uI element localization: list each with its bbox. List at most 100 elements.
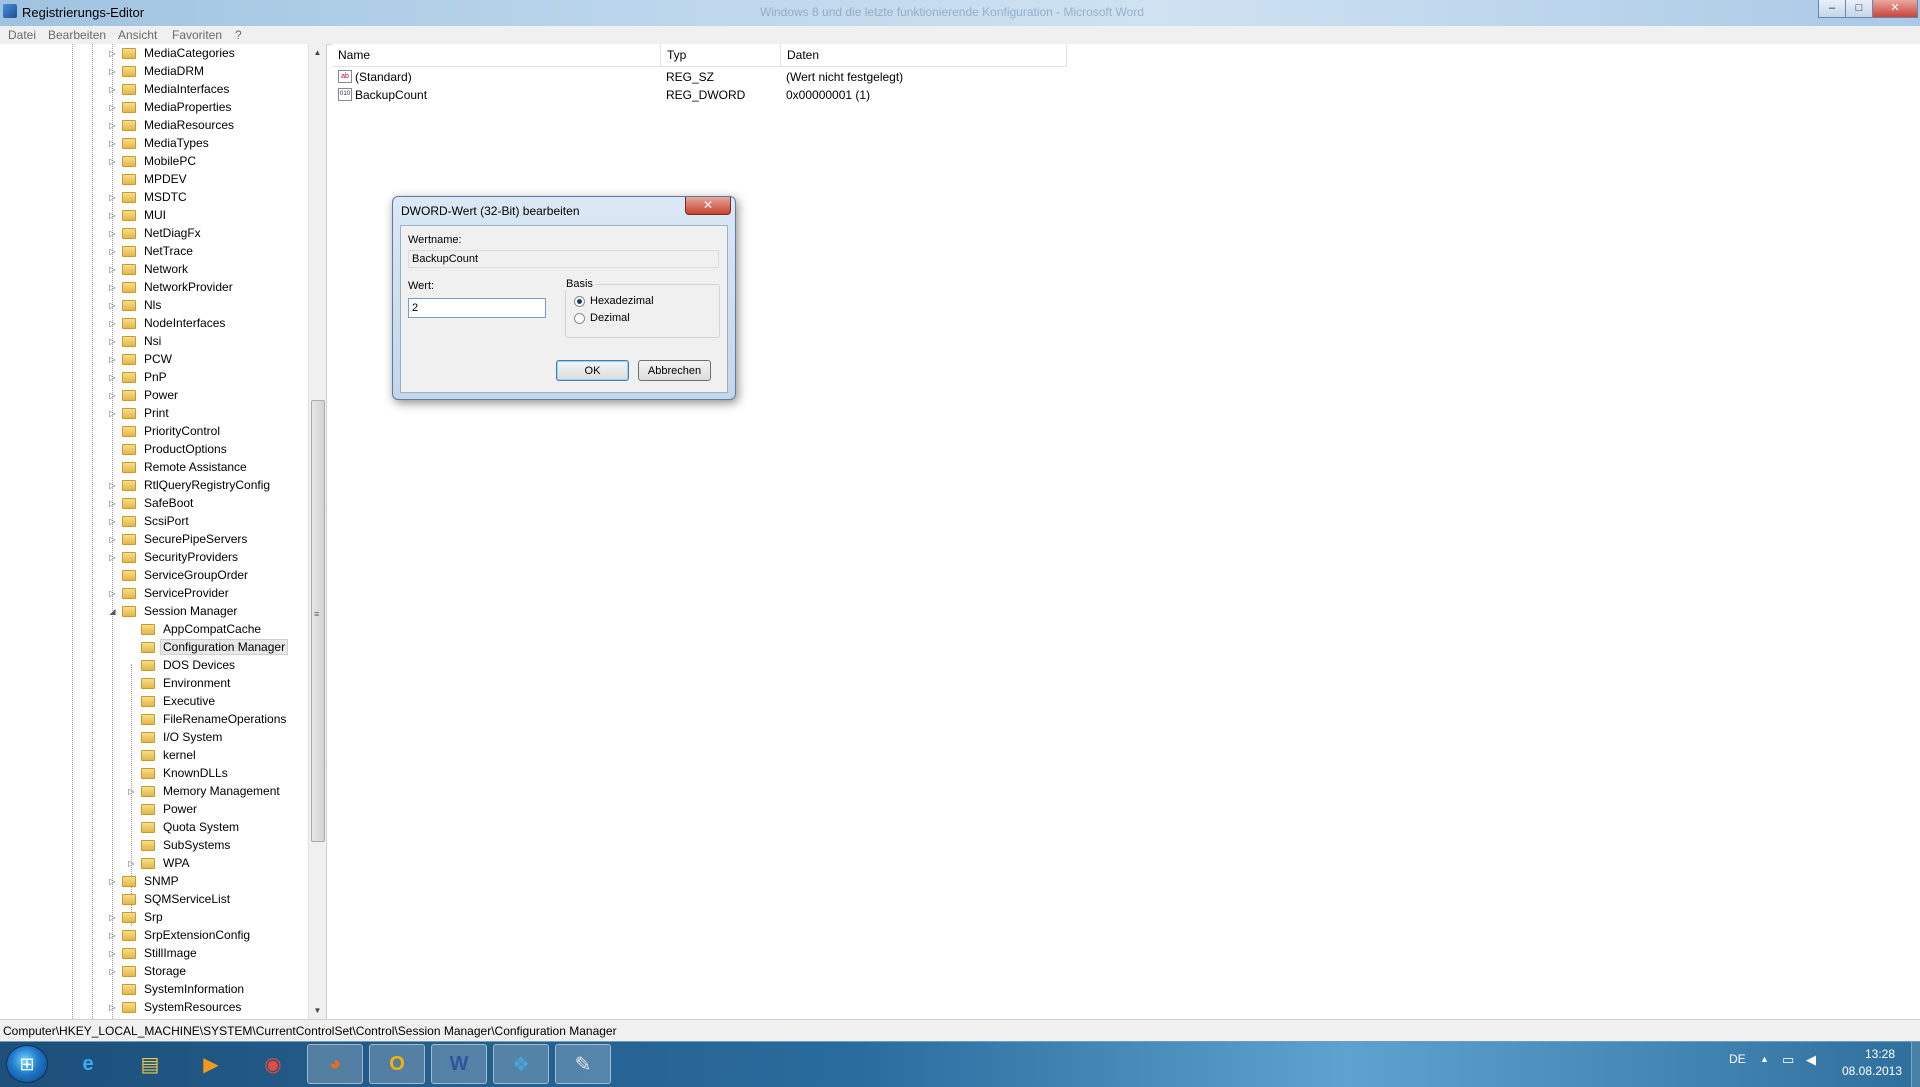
tree-expander-icon[interactable]: ▷ xyxy=(108,247,117,256)
tree-expander-icon[interactable]: ▷ xyxy=(108,409,117,418)
taskbar-file-explorer-icon[interactable]: ▤ xyxy=(122,1044,178,1084)
dialog-close-button[interactable]: ✕ xyxy=(685,197,731,215)
tree-expander-icon[interactable]: ▷ xyxy=(108,67,117,76)
tree-expander-icon[interactable]: ▷ xyxy=(108,193,117,202)
tree-item[interactable]: ▷ NetTrace xyxy=(108,242,196,260)
value-row[interactable]: ab (Standard) REG_SZ (Wert nicht festgel… xyxy=(332,68,1067,86)
minimize-button[interactable]: – xyxy=(1818,0,1846,18)
clock-date[interactable]: 08.08.2013 xyxy=(1837,1064,1907,1078)
tree-item[interactable]: Power xyxy=(127,800,200,818)
close-button[interactable]: ✕ xyxy=(1872,0,1918,18)
tree-scrollbar[interactable]: ▲ ≡ ▼ xyxy=(308,44,326,1019)
tree-item[interactable]: ▷ WPA xyxy=(127,854,192,872)
tree-expander-icon[interactable]: ▷ xyxy=(108,139,117,148)
tree-item[interactable]: ▷ PCW xyxy=(108,350,175,368)
tree-item[interactable]: ▷ NetDiagFx xyxy=(108,224,204,242)
tree-expander-icon[interactable]: ▷ xyxy=(108,931,117,940)
tree-item[interactable]: ▷ MediaCategories xyxy=(108,44,238,62)
tree-expander-icon[interactable]: ▷ xyxy=(108,355,117,364)
radio-decimal[interactable]: Dezimal xyxy=(574,312,630,324)
tree-expander-icon[interactable]: ▷ xyxy=(108,589,117,598)
tree-item[interactable]: ▷ ScsiPort xyxy=(108,512,192,530)
tree-item[interactable]: Executive xyxy=(127,692,218,710)
tree-expander-icon[interactable]: ▷ xyxy=(108,391,117,400)
tree-item[interactable]: ▷ SecurityProviders xyxy=(108,548,241,566)
tree-item[interactable]: kernel xyxy=(127,746,199,764)
tree-expander-icon[interactable]: ▷ xyxy=(108,1003,117,1012)
scroll-up-arrow-icon[interactable]: ▲ xyxy=(309,44,326,61)
show-hidden-icons-icon[interactable]: ▲ xyxy=(1760,1054,1769,1064)
taskbar-paint-icon[interactable]: ✎ xyxy=(555,1044,611,1084)
tree-expander-icon[interactable]: ▷ xyxy=(108,337,117,346)
tree-item[interactable]: PriorityControl xyxy=(108,422,223,440)
tree-item[interactable]: ▷ StillImage xyxy=(108,944,200,962)
tree-item[interactable]: ▷ NetworkProvider xyxy=(108,278,236,296)
tree-item[interactable]: AppCompatCache xyxy=(127,620,264,638)
taskbar-registry-editor-icon[interactable]: ❖ xyxy=(493,1044,549,1084)
taskbar-media-player-icon[interactable]: ▶ xyxy=(183,1044,239,1084)
tree-item[interactable]: ◢ Session Manager xyxy=(108,602,240,620)
column-header-data[interactable]: Daten xyxy=(781,44,1067,66)
tree-expander-icon[interactable]: ◢ xyxy=(108,607,117,616)
start-button[interactable]: ⊞ xyxy=(6,1045,48,1083)
menu-bearbeiten[interactable]: Bearbeiten xyxy=(48,28,106,42)
tree-expander-icon[interactable]: ▷ xyxy=(108,229,117,238)
scroll-thumb[interactable]: ≡ xyxy=(311,400,325,842)
taskbar-chrome-icon[interactable]: ◉ xyxy=(245,1044,301,1084)
tree-expander-icon[interactable]: ▷ xyxy=(108,535,117,544)
tree-expander-icon[interactable]: ▷ xyxy=(108,967,117,976)
tree-expander-icon[interactable]: ▷ xyxy=(127,787,136,796)
menu-datei[interactable]: Datei xyxy=(8,28,36,42)
value-row[interactable]: 010 BackupCount REG_DWORD 0x00000001 (1) xyxy=(332,86,1067,104)
column-header-type[interactable]: Typ xyxy=(661,44,781,66)
tree-item[interactable]: Environment xyxy=(127,674,233,692)
tree-item[interactable]: ▷ Memory Management xyxy=(127,782,283,800)
tree-expander-icon[interactable]: ▷ xyxy=(108,517,117,526)
tree-item[interactable]: ▷ SafeBoot xyxy=(108,494,196,512)
radio-unchecked-icon[interactable] xyxy=(574,312,585,324)
tree-item[interactable]: ▷ MSDTC xyxy=(108,188,190,206)
show-desktop-button[interactable] xyxy=(1911,1042,1920,1087)
tree-item[interactable]: ▷ Srp xyxy=(108,908,166,926)
radio-checked-icon[interactable] xyxy=(574,295,585,307)
tree-item[interactable]: SubSystems xyxy=(127,836,233,854)
tree-item[interactable]: ▷ NodeInterfaces xyxy=(108,314,228,332)
maximize-button[interactable]: □ xyxy=(1845,0,1873,18)
taskbar-outlook-icon[interactable]: O xyxy=(369,1044,425,1084)
tree-item[interactable]: Configuration Manager xyxy=(127,638,289,656)
scroll-down-arrow-icon[interactable]: ▼ xyxy=(309,1002,326,1019)
tree-expander-icon[interactable]: ▷ xyxy=(108,103,117,112)
tree-expander-icon[interactable]: ▷ xyxy=(108,265,117,274)
tree-item[interactable]: ▷ MediaProperties xyxy=(108,98,234,116)
tree-item[interactable]: ServiceGroupOrder xyxy=(108,566,251,584)
tree-expander-icon[interactable]: ▷ xyxy=(108,157,117,166)
tree-expander-icon[interactable]: ▷ xyxy=(108,553,117,562)
menu-help[interactable]: ? xyxy=(235,28,242,42)
tree-expander-icon[interactable]: ▷ xyxy=(108,49,117,58)
volume-icon[interactable]: ◀ xyxy=(1806,1052,1816,1068)
tree-item[interactable]: ▷ MediaTypes xyxy=(108,134,212,152)
tree-expander-icon[interactable]: ▷ xyxy=(108,481,117,490)
tree-expander-icon[interactable]: ▷ xyxy=(108,913,117,922)
column-header-name[interactable]: Name xyxy=(332,44,661,66)
ok-button[interactable]: OK xyxy=(556,360,629,381)
tree-item[interactable]: ▷ SNMP xyxy=(108,872,182,890)
taskbar-word-icon[interactable]: W xyxy=(431,1044,487,1084)
tree-item[interactable]: ▷ ServiceProvider xyxy=(108,584,232,602)
tree-item[interactable]: ▷ MobilePC xyxy=(108,152,199,170)
tree-item[interactable]: ProductOptions xyxy=(108,440,230,458)
tree-item[interactable]: SystemInformation xyxy=(108,980,247,998)
tree-item[interactable]: ▷ SystemResources xyxy=(108,998,244,1016)
tree-item[interactable]: Remote Assistance xyxy=(108,458,250,476)
tree-item[interactable]: DOS Devices xyxy=(127,656,238,674)
tree-item[interactable]: FileRenameOperations xyxy=(127,710,289,728)
taskbar-internet-explorer-icon[interactable]: e xyxy=(60,1044,116,1084)
taskbar-firefox-icon[interactable]: ◕ xyxy=(307,1044,363,1084)
tree-item[interactable]: ▷ SecurePipeServers xyxy=(108,530,250,548)
radio-hexadecimal[interactable]: Hexadezimal xyxy=(574,295,654,307)
tree-item[interactable]: ▷ MUI xyxy=(108,206,169,224)
tree-item[interactable]: ▷ Print xyxy=(108,404,172,422)
tree-expander-icon[interactable]: ▷ xyxy=(108,499,117,508)
tree-item[interactable]: ▷ RtlQueryRegistryConfig xyxy=(108,476,273,494)
tree-expander-icon[interactable]: ▷ xyxy=(108,373,117,382)
